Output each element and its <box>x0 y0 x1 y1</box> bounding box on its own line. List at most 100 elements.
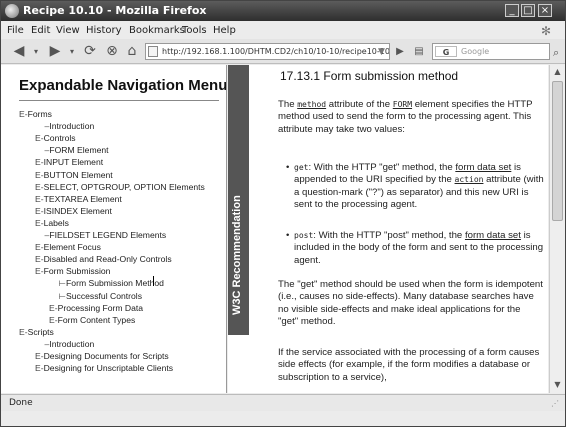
menu-edit[interactable]: Edit <box>31 25 50 36</box>
nav-tree-item[interactable]: E-INPUT Element <box>35 157 103 168</box>
nav-tree-item[interactable]: E-Designing Documents for Scripts <box>35 351 169 362</box>
nav-tree-label: Designing for Unscriptable Clients <box>43 363 174 374</box>
nav-tree-item[interactable]: E-TEXTAREA Element <box>35 194 122 205</box>
window-title: Recipe 10.10 - Mozilla Firefox <box>23 4 207 17</box>
nav-tree-item[interactable]: E-ISINDEX Element <box>35 206 112 217</box>
expand-toggle-icon[interactable]: E- <box>35 363 44 373</box>
menu-bookmarks[interactable]: Bookmarks <box>129 25 185 36</box>
resize-grip-icon[interactable]: ⋰ <box>551 399 559 408</box>
tree-branch-icon: ⊢ <box>49 290 67 301</box>
expand-toggle-icon[interactable]: E- <box>35 206 44 216</box>
nav-tree-label: Scripts <box>27 326 54 337</box>
expand-toggle-icon[interactable]: E- <box>35 266 44 276</box>
form-data-set-link[interactable]: form data set <box>455 162 511 173</box>
expand-toggle-icon[interactable]: E- <box>35 182 44 192</box>
nav-tree-item[interactable]: ‒FORM Element <box>35 145 109 156</box>
nav-tree-item[interactable]: E-Element Focus <box>35 242 101 253</box>
vertical-scrollbar[interactable]: ▲ ▼ <box>549 65 565 393</box>
nav-tree-item[interactable]: E-Labels <box>35 218 69 229</box>
nav-tree-label: Form Submission Method <box>66 278 164 289</box>
nav-tree-label: Labels <box>43 217 69 228</box>
maximize-button[interactable]: □ <box>521 4 535 17</box>
scroll-down-icon[interactable]: ▼ <box>550 378 565 392</box>
nav-tree-item[interactable]: E-BUTTON Element <box>35 170 113 181</box>
expand-toggle-icon[interactable]: E- <box>49 315 58 325</box>
nav-tree-label: Successful Controls <box>66 290 142 301</box>
expand-toggle-icon[interactable]: E- <box>35 157 44 167</box>
expand-toggle-icon[interactable]: E- <box>35 194 44 204</box>
nav-heading: Expandable Navigation Menu <box>19 77 227 94</box>
forward-button[interactable]: ▶ <box>45 42 65 61</box>
back-dropdown-icon[interactable]: ▾ <box>31 42 41 61</box>
expand-toggle-icon[interactable]: E- <box>35 170 44 180</box>
menu-view[interactable]: View <box>56 25 80 36</box>
url-bar[interactable]: http://192.168.1.100/DHTM.CD2/ch10/10-10… <box>145 43 390 60</box>
expand-toggle-icon[interactable]: E- <box>49 303 58 313</box>
minimize-button[interactable]: _ <box>505 4 519 17</box>
nav-tree-item[interactable]: E-Disabled and Read-Only Controls <box>35 254 172 265</box>
nav-tree-item[interactable]: E-SELECT, OPTGROUP, OPTION Elements <box>35 182 205 193</box>
expand-toggle-icon[interactable]: E- <box>35 218 44 228</box>
action-attr-link[interactable]: action <box>455 175 484 184</box>
expand-toggle-icon[interactable]: E- <box>35 133 44 143</box>
bullet-icon: • <box>286 162 290 173</box>
nav-tree-item[interactable]: ‒Introduction <box>35 121 95 132</box>
expand-toggle-icon[interactable]: E- <box>19 327 28 337</box>
nav-tree-item[interactable]: ⊢Form Submission Method <box>49 278 164 289</box>
nav-tree-item[interactable]: E-Forms <box>19 109 52 120</box>
search-input[interactable]: G Google <box>432 43 550 60</box>
nav-tree-item[interactable]: E-Controls <box>35 133 76 144</box>
nav-tree-label: Forms <box>27 109 52 119</box>
reload-icon[interactable]: ⟳ <box>81 42 99 61</box>
nav-tree-label: SELECT, OPTGROUP, OPTION Elements <box>43 181 205 192</box>
menu-history[interactable]: History <box>86 25 122 36</box>
menu-file[interactable]: File <box>7 25 24 36</box>
nav-tree-item[interactable]: ‒FIELDSET LEGEND Elements <box>35 230 167 241</box>
text: : With the HTTP "get" method, the <box>308 162 456 173</box>
method-attr-link[interactable]: method <box>297 100 326 109</box>
nav-tree-label: Designing Documents for Scripts <box>43 351 169 361</box>
expand-toggle-icon[interactable]: E- <box>35 351 44 361</box>
stop-icon[interactable]: ⊗ <box>103 42 121 61</box>
list-item: • post: With the HTTP "post" method, the… <box>286 230 544 267</box>
close-button[interactable]: × <box>538 4 552 17</box>
sidebar-label: W3C Recommendation <box>231 195 243 315</box>
nav-tree-item[interactable]: E-Form Content Types <box>49 315 135 326</box>
form-data-set-link[interactable]: form data set <box>465 230 521 241</box>
back-button[interactable]: ◀ <box>9 42 29 61</box>
paragraph-get: The "get" method should be used when the… <box>278 279 543 327</box>
nav-tree-label: Introduction <box>49 338 95 349</box>
forward-dropdown-icon[interactable]: ▾ <box>67 42 77 61</box>
nav-tree-item[interactable]: ‒Introduction <box>35 338 95 350</box>
search-engine-icon[interactable]: G <box>435 46 457 57</box>
nav-tree-item[interactable]: E-Processing Form Data <box>49 303 143 314</box>
content-pane: W3C Recommendation 17.13.1 Form submissi… <box>228 65 548 393</box>
home-icon[interactable]: ⌂ <box>123 42 141 61</box>
nav-tree-label: TEXTAREA Element <box>43 193 122 204</box>
w3c-sidebar: W3C Recommendation <box>228 65 249 335</box>
tree-branch-icon: ‒ <box>35 145 50 156</box>
nav-tree-label: Disabled and Read-Only Controls <box>43 254 172 265</box>
nav-tree-item[interactable]: E-Scripts <box>19 327 54 338</box>
scroll-up-icon[interactable]: ▲ <box>550 65 565 79</box>
search-icon[interactable]: ⌕ <box>553 46 559 60</box>
cursor-icon <box>153 276 161 286</box>
expand-toggle-icon[interactable]: E- <box>35 242 44 252</box>
expand-toggle-icon[interactable]: E- <box>19 109 28 119</box>
url-text: http://192.168.1.100/DHTM.CD2/ch10/10-10… <box>162 47 390 56</box>
nav-tree-label: ISINDEX Element <box>43 205 112 216</box>
form-element-link[interactable]: FORM <box>393 100 412 109</box>
nav-tree-item[interactable]: E-Designing for Unscriptable Clients <box>35 363 173 374</box>
expand-toggle-icon[interactable]: E- <box>35 254 44 264</box>
menu-help[interactable]: Help <box>213 25 236 36</box>
menu-tools[interactable]: Tools <box>182 25 207 36</box>
page-icon <box>148 46 158 57</box>
list-item: • get: With the HTTP "get" method, the f… <box>286 162 544 211</box>
go-button[interactable]: ▶ <box>393 43 407 60</box>
page-icon-button[interactable]: ▤ <box>411 42 427 61</box>
nav-tree-item[interactable]: E-Form Submission <box>35 266 110 277</box>
tree-branch-icon: ‒ <box>35 121 50 132</box>
url-dropdown-icon[interactable]: ▼ <box>378 47 385 57</box>
nav-tree-item[interactable]: ⊢Successful Controls <box>49 291 142 302</box>
scroll-thumb[interactable] <box>552 81 563 221</box>
